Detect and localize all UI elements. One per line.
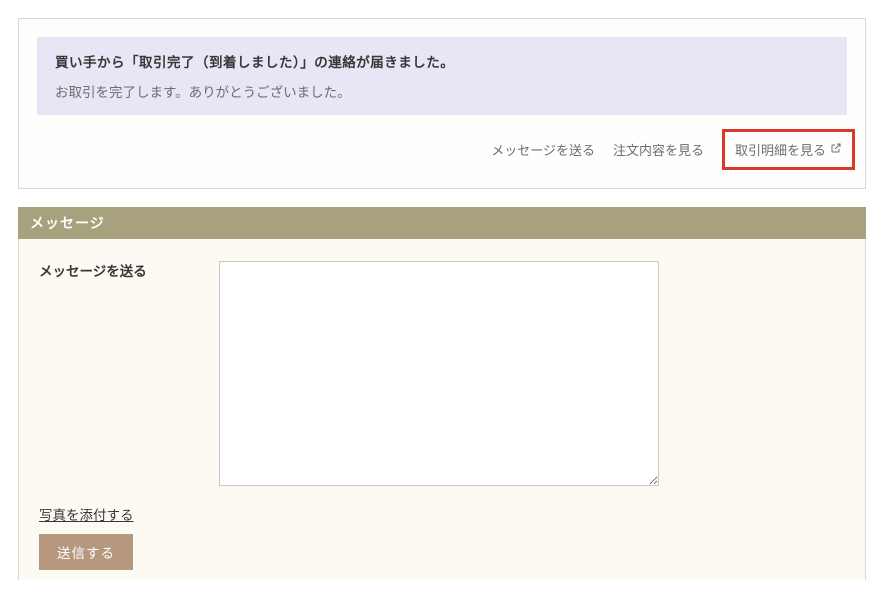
notice-title: 買い手から「取引完了（到着しました）」の連絡が届きました。 [55, 51, 829, 71]
notification-panel: 買い手から「取引完了（到着しました）」の連絡が届きました。 お取引を完了します。… [18, 18, 866, 189]
view-order-label: 注文内容を見る [613, 140, 704, 159]
notice-body: お取引を完了します。ありがとうございました。 [55, 81, 829, 101]
notice-box: 買い手から「取引完了（到着しました）」の連絡が届きました。 お取引を完了します。… [37, 37, 847, 115]
message-form: メッセージを送る 写真を添付する 送信する [18, 239, 866, 580]
send-button[interactable]: 送信する [39, 534, 133, 570]
view-order-link[interactable]: 注文内容を見る [613, 140, 704, 159]
view-detail-label: 取引明細を見る [735, 140, 826, 159]
message-textarea[interactable] [219, 261, 659, 486]
send-message-label: メッセージを送る [491, 140, 595, 159]
send-message-link[interactable]: メッセージを送る [491, 140, 595, 159]
message-section-title: メッセージ [18, 207, 866, 239]
attach-photo-link[interactable]: 写真を添付する [39, 504, 134, 524]
message-label: メッセージを送る [39, 261, 189, 284]
action-links: メッセージを送る 注文内容を見る 取引明細を見る [37, 129, 847, 170]
message-row: メッセージを送る [39, 261, 845, 486]
view-detail-link[interactable]: 取引明細を見る [722, 129, 855, 170]
external-link-icon [830, 142, 842, 157]
